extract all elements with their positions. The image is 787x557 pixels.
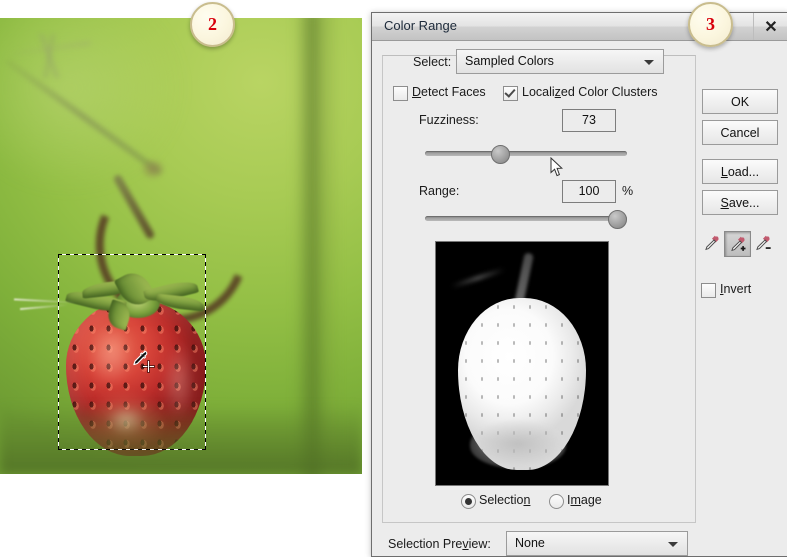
eyedropper-add-icon[interactable]	[724, 231, 751, 257]
close-icon[interactable]: ✕	[753, 13, 787, 40]
eyedropper-icon[interactable]	[699, 231, 724, 255]
select-dropdown[interactable]: Sampled Colors	[456, 49, 664, 74]
selection-preview-label: Selection Preview:	[388, 537, 491, 551]
save-button[interactable]: Save...	[702, 190, 778, 215]
mask-preview[interactable]	[435, 241, 609, 486]
preview-image-radio[interactable]	[549, 494, 564, 509]
range-value: 100	[578, 184, 600, 198]
mask-wisp	[450, 267, 506, 289]
invert-checkbox[interactable]	[701, 283, 716, 298]
preview-image-label[interactable]: Image	[567, 493, 602, 507]
callout-badge-3: 3	[688, 2, 733, 47]
color-range-dialog: Color Range ✕ Select: Sampled Colors Det…	[371, 12, 787, 557]
select-label: Select:	[413, 55, 452, 69]
callout-badge-2: 2	[190, 2, 235, 47]
mouse-pointer-icon	[550, 157, 564, 177]
photo-canvas[interactable]	[0, 18, 362, 474]
dialog-title: Color Range	[384, 18, 457, 33]
ok-button[interactable]: OK	[702, 89, 778, 114]
eyedropper-glyph	[705, 235, 719, 250]
selection-preview-dropdown[interactable]: None	[506, 531, 688, 556]
badge-label: 3	[706, 14, 715, 34]
detect-faces-label[interactable]: Detect Faces	[412, 85, 486, 99]
chevron-down-icon	[668, 542, 678, 547]
fuzziness-label: Fuzziness:	[419, 113, 479, 127]
mask-berry-tip	[470, 420, 566, 468]
eyedropper-add-glyph	[731, 236, 746, 251]
slider-handle[interactable]	[491, 145, 510, 164]
fuzziness-value: 73	[582, 113, 596, 127]
slider-handle[interactable]	[608, 210, 627, 229]
load-button[interactable]: Load...	[702, 159, 778, 184]
detect-faces-checkbox[interactable]	[393, 86, 408, 101]
chevron-down-icon	[644, 60, 654, 65]
localized-color-clusters-label[interactable]: Localized Color Clusters	[522, 85, 658, 99]
range-label: Range:	[419, 184, 460, 198]
eyedropper-subtract-icon[interactable]	[750, 231, 775, 255]
eyedropper-subtract-glyph	[756, 235, 771, 250]
range-unit: %	[622, 184, 634, 198]
selection-preview-value: None	[515, 536, 545, 550]
slider-track	[425, 216, 627, 221]
eyedropper-add-cursor	[131, 350, 157, 376]
dialog-body: Select: Sampled Colors Detect Faces Loca…	[372, 41, 787, 556]
cancel-button[interactable]: Cancel	[702, 120, 778, 145]
localized-color-clusters-checkbox[interactable]	[503, 86, 518, 101]
range-input[interactable]: 100	[562, 180, 616, 203]
preview-selection-radio[interactable]	[461, 494, 476, 509]
slider-track	[425, 151, 627, 156]
range-slider[interactable]	[425, 210, 627, 229]
select-dropdown-value: Sampled Colors	[465, 54, 554, 68]
fuzziness-slider[interactable]	[425, 145, 627, 177]
preview-selection-label[interactable]: Selection	[479, 493, 530, 507]
invert-label[interactable]: Invert	[720, 282, 751, 296]
add-crosshair-icon	[143, 361, 154, 372]
eyedropper-tool-group	[699, 231, 779, 257]
badge-label: 2	[208, 14, 217, 34]
fuzziness-input[interactable]: 73	[562, 109, 616, 132]
